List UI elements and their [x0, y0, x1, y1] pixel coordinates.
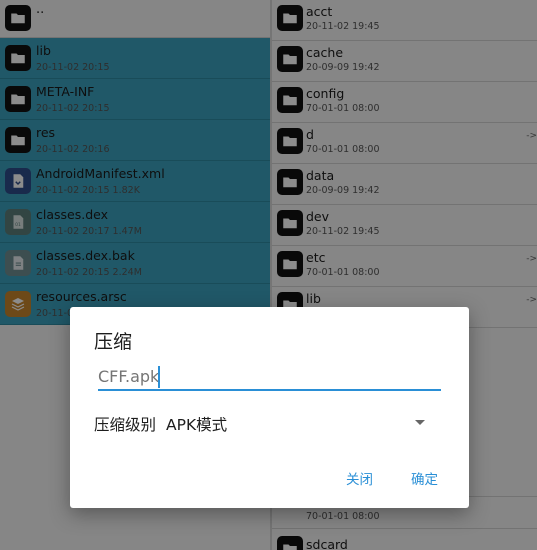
compression-level-select[interactable]: APK模式 — [166, 413, 227, 435]
confirm-button[interactable]: 确定 — [411, 468, 438, 488]
chevron-down-icon[interactable] — [415, 420, 425, 425]
close-button[interactable]: 关闭 — [346, 468, 373, 488]
filename-input[interactable] — [98, 363, 441, 391]
dialog-title: 压缩 — [94, 331, 133, 353]
compress-dialog: 压缩 压缩级别 APK模式 关闭 确定 — [70, 307, 469, 508]
text-caret — [158, 366, 160, 388]
compression-level-label: 压缩级别 — [94, 416, 157, 434]
